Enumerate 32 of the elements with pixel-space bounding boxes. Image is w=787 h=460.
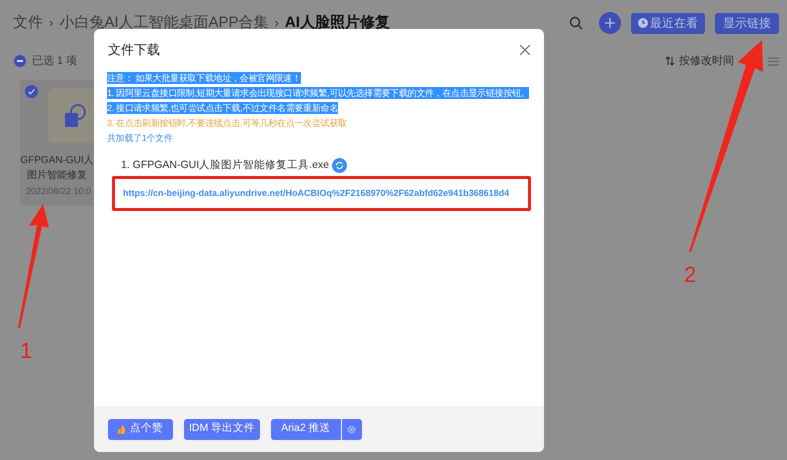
clock-icon [638, 18, 648, 28]
deselect-icon[interactable] [14, 55, 26, 67]
thumbs-up-icon [118, 424, 125, 434]
refresh-button[interactable] [332, 158, 348, 174]
shapes-icon [62, 102, 88, 128]
export-button[interactable]: IDM 导出文件 [184, 418, 260, 440]
sort-option[interactable]: 按修改时间 [679, 52, 734, 70]
plus-icon [604, 17, 616, 29]
sort-icon[interactable] [665, 56, 675, 66]
checkbox[interactable] [25, 85, 38, 98]
annotation-number: 2 [684, 261, 696, 289]
file-name-line: 图片智能修复 [27, 168, 87, 183]
file-name-line: GFPGAN-GUI人 [20, 154, 94, 168]
breadcrumb-link[interactable]: 文件 [13, 12, 43, 34]
highlighted-notice: 2. 接口请求频繁,也可尝试点击下载,不过文件名需要重新命名 [107, 102, 338, 114]
highlighted-notice: 1. 因阿里云盘接口限制,短期大量请求会出现接口请求频繁,可以先选择需要下载的文件，在点击显示链接按钮。 [107, 87, 530, 99]
chevron-icon: › [274, 13, 279, 33]
selection-count: 已选 1 项 [32, 54, 78, 69]
search-icon[interactable] [569, 16, 583, 30]
add-button[interactable] [599, 12, 621, 34]
gear-icon [347, 424, 356, 434]
like-button[interactable]: 点个赞 [108, 418, 173, 440]
settings-button[interactable] [342, 418, 362, 440]
recent-button[interactable]: 最近在看 [631, 12, 705, 34]
close-icon[interactable] [520, 45, 530, 55]
push-button[interactable]: Aria2 推送 [271, 418, 341, 440]
current-folder: AI人脸照片修复 [284, 12, 390, 33]
dialog-title: 文件下载 [108, 41, 160, 60]
chevron-icon: › [49, 13, 54, 33]
annotation-number: 1 [20, 337, 32, 365]
show-links-button[interactable]: 显示链接 [715, 12, 779, 34]
highlighted-notice: 注意： 如果大批量获取下载地址，会被官网限速！ [107, 72, 301, 84]
